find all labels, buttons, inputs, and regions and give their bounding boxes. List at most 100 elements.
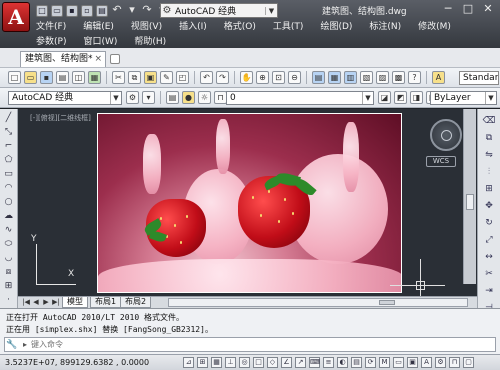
markup-icon[interactable]: ▨: [376, 71, 389, 84]
circle-icon[interactable]: ○: [3, 197, 15, 208]
print-icon[interactable]: ▤: [56, 71, 69, 84]
ellipse-arc-icon[interactable]: ◡: [3, 253, 15, 264]
workspace-dropdown[interactable]: ⚙ AutoCAD 经典 ▼: [160, 3, 278, 18]
wcs-menu-button[interactable]: WCS: [426, 156, 456, 167]
new-tab-button[interactable]: [110, 54, 120, 64]
undo-icon[interactable]: ↶: [111, 4, 123, 17]
save-as-icon[interactable]: ▫: [81, 5, 93, 17]
print-icon[interactable]: ▤: [96, 5, 108, 17]
lightbulb-icon[interactable]: ●: [182, 91, 195, 104]
save-icon[interactable]: ▪: [40, 71, 53, 84]
vertical-scrollbar[interactable]: [463, 109, 476, 284]
move-icon[interactable]: ✥: [483, 200, 496, 213]
workspace-toolbar-dropdown[interactable]: AutoCAD 经典 ▼: [8, 91, 122, 105]
object-snap-tracking-icon[interactable]: ∠: [281, 357, 292, 368]
lineweight-icon[interactable]: ≡: [323, 357, 334, 368]
annotation-scale-icon[interactable]: A: [421, 357, 432, 368]
menu-modify[interactable]: 修改(M): [418, 21, 451, 33]
viewcube-core[interactable]: [441, 130, 452, 141]
vertical-scroll-thumb[interactable]: [466, 194, 474, 210]
3d-object-snap-icon[interactable]: ◇: [267, 357, 278, 368]
tab-model[interactable]: 模型: [62, 297, 88, 308]
selection-cycling-icon[interactable]: ⟳: [365, 357, 376, 368]
menu-view[interactable]: 视图(V): [131, 21, 162, 33]
previous-layout-icon[interactable]: ◀: [32, 298, 40, 306]
sun-icon[interactable]: ☼: [198, 91, 211, 104]
object-snap-icon[interactable]: □: [253, 357, 264, 368]
workspace-settings-icon[interactable]: ⚙: [126, 91, 139, 104]
undo-dropdown-icon[interactable]: ▾: [126, 4, 138, 17]
copy-object-icon[interactable]: ⧉: [483, 132, 496, 145]
ellipse-icon[interactable]: ⬭: [3, 239, 15, 250]
menu-format[interactable]: 格式(O): [224, 21, 256, 33]
infer-constraints-icon[interactable]: ⊿: [183, 357, 194, 368]
menu-dimension[interactable]: 标注(N): [369, 21, 401, 33]
minimize-button[interactable]: ─: [442, 2, 454, 15]
command-input[interactable]: [31, 340, 495, 349]
polygon-icon[interactable]: ⬠: [3, 155, 15, 166]
tab-layout1[interactable]: 布局1: [90, 297, 122, 308]
pan-icon[interactable]: ✋: [240, 71, 253, 84]
first-layout-icon[interactable]: |◀: [22, 298, 30, 306]
cut-icon[interactable]: ✂: [112, 71, 125, 84]
menu-file[interactable]: 文件(F): [36, 21, 66, 33]
polyline-icon[interactable]: ⌐: [3, 141, 15, 152]
help-icon[interactable]: ?: [408, 71, 421, 84]
recent-commands-icon[interactable]: ▸: [19, 340, 31, 349]
block-editor-icon[interactable]: ◰: [176, 71, 189, 84]
viewcube-compass-icon[interactable]: [430, 119, 462, 151]
design-center-icon[interactable]: ▦: [328, 71, 341, 84]
line-icon[interactable]: ╱: [3, 113, 15, 124]
workspace-switching-icon[interactable]: ⚙: [435, 357, 446, 368]
rotate-icon[interactable]: ↻: [483, 217, 496, 230]
workspace-save-icon[interactable]: ▾: [142, 91, 155, 104]
construction-line-icon[interactable]: ⤡: [3, 127, 15, 138]
revision-cloud-icon[interactable]: ☁: [3, 211, 15, 222]
erase-icon[interactable]: ⌫: [483, 115, 496, 128]
clean-screen-icon[interactable]: ▢: [463, 357, 474, 368]
menu-parametric[interactable]: 参数(P): [36, 36, 66, 48]
scale-icon[interactable]: ⤢: [483, 234, 496, 247]
quick-properties-icon[interactable]: ▤: [351, 357, 362, 368]
rectangle-icon[interactable]: ▭: [3, 169, 15, 180]
arc-icon[interactable]: ◠: [3, 183, 15, 194]
make-block-icon[interactable]: ⊞: [3, 281, 15, 292]
snap-mode-icon[interactable]: ⊞: [197, 357, 208, 368]
open-icon[interactable]: ▭: [24, 71, 37, 84]
layer-properties-icon[interactable]: ▤: [166, 91, 179, 104]
last-layout-icon[interactable]: ▶|: [52, 298, 60, 306]
new-icon[interactable]: □: [8, 71, 21, 84]
properties-icon[interactable]: ▤: [312, 71, 325, 84]
grid-display-icon[interactable]: ▦: [211, 357, 222, 368]
horizontal-scrollbar[interactable]: [168, 298, 468, 307]
menu-edit[interactable]: 编辑(E): [83, 21, 114, 33]
polar-tracking-icon[interactable]: ◎: [239, 357, 250, 368]
maximize-button[interactable]: □: [462, 2, 474, 15]
zoom-window-icon[interactable]: ⊡: [272, 71, 285, 84]
spline-icon[interactable]: ∿: [3, 225, 15, 236]
make-current-layer-icon[interactable]: ◪: [378, 91, 391, 104]
menu-help[interactable]: 帮助(H): [134, 36, 166, 48]
color-dropdown[interactable]: ByLayer ▼: [430, 91, 497, 105]
dynamic-ucs-icon[interactable]: ↗: [295, 357, 306, 368]
viewport-controls-label[interactable]: [-][俯视][二维线框]: [30, 113, 91, 123]
menu-draw[interactable]: 绘图(D): [320, 21, 352, 33]
application-menu-button[interactable]: A: [2, 2, 30, 32]
insert-block-icon[interactable]: ⧈: [3, 267, 15, 278]
tool-palettes-icon[interactable]: ▥: [344, 71, 357, 84]
customize-wrench-icon[interactable]: 🔧: [5, 340, 19, 350]
copy-icon[interactable]: ⧉: [128, 71, 141, 84]
mirror-icon[interactable]: ⇋: [483, 149, 496, 162]
paste-icon[interactable]: ▣: [144, 71, 157, 84]
match-properties-icon[interactable]: ✎: [160, 71, 173, 84]
document-tab[interactable]: 建筑图、结构图* ×: [20, 51, 106, 67]
ortho-mode-icon[interactable]: ⊥: [225, 357, 236, 368]
model-space-icon[interactable]: M: [379, 357, 390, 368]
redo-icon[interactable]: ↷: [216, 71, 229, 84]
next-layout-icon[interactable]: ▶: [42, 298, 50, 306]
open-icon[interactable]: ▭: [51, 5, 63, 17]
command-line[interactable]: 🔧 ▸: [4, 337, 496, 352]
horizontal-scroll-thumb[interactable]: [379, 300, 395, 305]
dynamic-input-icon[interactable]: ⌨: [309, 357, 320, 368]
transparency-icon[interactable]: ◐: [337, 357, 348, 368]
